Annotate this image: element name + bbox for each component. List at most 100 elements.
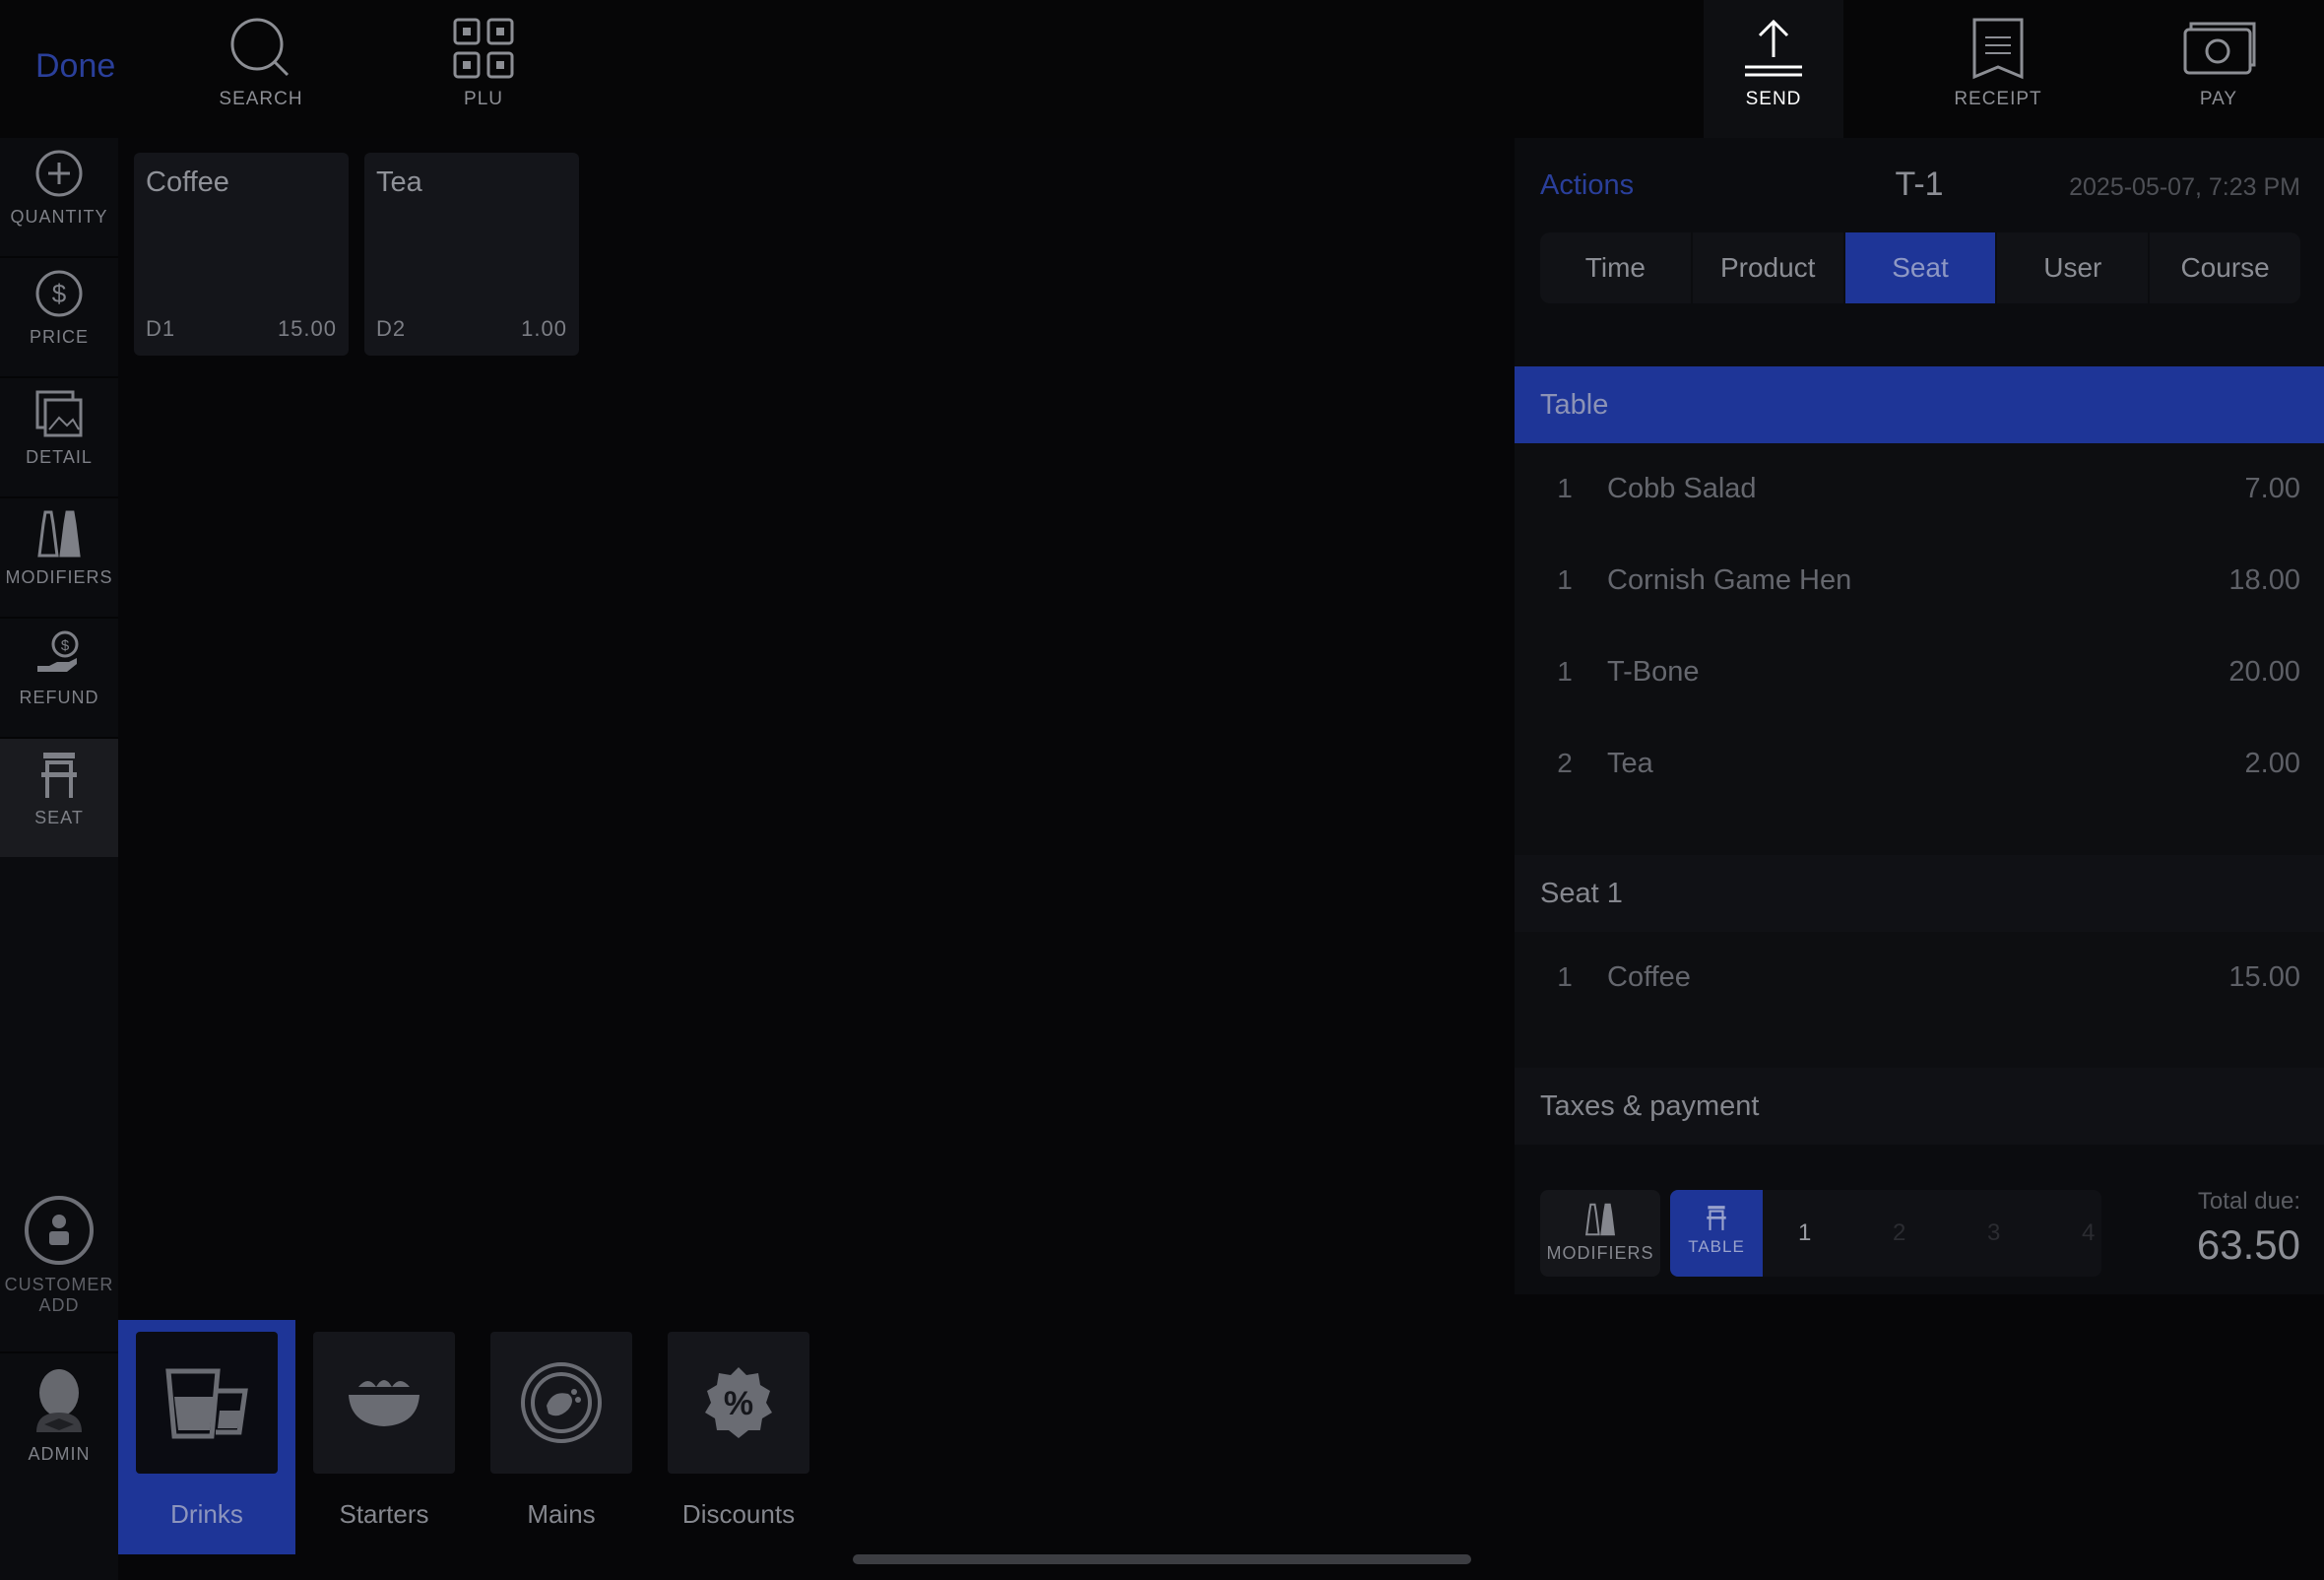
pay-button[interactable]: PAY <box>2135 16 2302 124</box>
seat-number-3[interactable]: 3 <box>1987 1219 2000 1247</box>
category-starters-tile <box>313 1332 455 1474</box>
modifiers-label: MODIFIERS <box>5 567 113 587</box>
refund-button[interactable]: $ REFUND <box>0 619 118 737</box>
row-item: Tea <box>1607 748 1653 779</box>
search-icon <box>230 18 290 77</box>
row-qty: 1 <box>1557 961 1573 992</box>
price-label: PRICE <box>29 327 89 347</box>
section-header-table[interactable]: Table <box>1515 366 2324 443</box>
section-header-taxes[interactable]: Taxes & payment <box>1515 1068 2324 1145</box>
order-row[interactable]: 1 Cornish Game Hen 18.00 <box>1515 537 2324 627</box>
upload-icon <box>1745 19 1802 77</box>
image-stack-icon <box>35 390 83 437</box>
order-row[interactable]: 1 T-Bone 20.00 <box>1515 628 2324 719</box>
person-circle-icon <box>25 1196 94 1265</box>
product-tile-tea[interactable]: Tea D2 1.00 <box>364 153 579 356</box>
price-button[interactable]: $ PRICE <box>0 258 118 376</box>
admin-button[interactable]: ADMIN <box>0 1357 118 1485</box>
plus-circle-icon <box>35 150 83 197</box>
row-item: Cornish Game Hen <box>1607 564 1852 596</box>
left-rail: QUANTITY $ PRICE DETAIL MODIFIERS $ REFU… <box>0 138 118 1580</box>
grid-icon <box>453 18 514 79</box>
category-mains-tile <box>490 1332 632 1474</box>
done-button[interactable]: Done <box>35 47 115 86</box>
admin-label: ADMIN <box>28 1444 91 1464</box>
search-label: SEARCH <box>219 89 303 109</box>
product-tile-coffee[interactable]: Coffee D1 15.00 <box>134 153 349 356</box>
modifiers-button[interactable]: MODIFIERS <box>0 498 118 617</box>
seat-number-4[interactable]: 4 <box>2082 1219 2095 1247</box>
category-label: Starters <box>339 1499 429 1529</box>
customer-add-button[interactable]: CUSTOMER ADD <box>0 1182 118 1330</box>
section-header-seat-1[interactable]: Seat 1 <box>1515 855 2324 932</box>
seat-number-1[interactable]: 1 <box>1798 1219 1811 1247</box>
percent-badge-icon: % <box>705 1367 772 1438</box>
order-panel: T-1 Actions 2025-05-07, 7:23 PM Time Pro… <box>1515 138 2324 1294</box>
tab-product[interactable]: Product <box>1693 232 1845 303</box>
order-row[interactable]: 1 Coffee 15.00 <box>1515 934 2324 1024</box>
row-amount: 18.00 <box>2228 564 2300 596</box>
product-price: 1.00 <box>521 316 567 341</box>
category-discounts[interactable]: % Discounts <box>650 1320 827 1554</box>
footer-modifiers-button[interactable]: MODIFIERS <box>1540 1190 1660 1277</box>
category-mains[interactable]: Mains <box>473 1320 650 1554</box>
order-row[interactable]: 2 Tea 2.00 <box>1515 720 2324 811</box>
detail-label: DETAIL <box>26 447 93 467</box>
receipt-icon <box>1972 18 2024 80</box>
category-starters[interactable]: Starters <box>295 1320 473 1554</box>
plu-button[interactable]: PLU <box>400 16 567 124</box>
seat-label: SEAT <box>34 808 84 827</box>
category-label: Discounts <box>681 1499 796 1529</box>
row-item: Coffee <box>1607 961 1691 993</box>
category-discounts-tile: % <box>668 1332 809 1474</box>
seat-number-2[interactable]: 2 <box>1893 1219 1905 1247</box>
order-row[interactable]: 1 Cobb Salad 7.00 <box>1515 445 2324 536</box>
product-code: D1 <box>146 316 176 341</box>
chair-icon <box>1707 1206 1726 1230</box>
svg-text:$: $ <box>52 279 67 308</box>
tab-user[interactable]: User <box>1997 232 2151 303</box>
tab-time[interactable]: Time <box>1540 232 1693 303</box>
category-drinks-tile <box>136 1332 278 1474</box>
category-drinks[interactable]: Drinks <box>118 1320 295 1554</box>
salt-pepper-icon <box>1584 1203 1616 1236</box>
product-code: D2 <box>376 316 407 341</box>
svg-text:%: % <box>724 1385 753 1422</box>
send-button[interactable]: SEND <box>1704 0 1843 138</box>
row-qty: 1 <box>1557 656 1573 687</box>
order-datetime: 2025-05-07, 7:23 PM <box>2069 173 2300 201</box>
rail-divider <box>0 1351 118 1353</box>
top-toolbar: Done SEARCH PLU SEND RECEIPT PAY <box>0 0 2324 138</box>
salt-pepper-icon <box>37 510 81 558</box>
quantity-button[interactable]: QUANTITY <box>0 138 118 256</box>
product-name: Coffee <box>146 166 229 198</box>
row-amount: 20.00 <box>2228 656 2300 688</box>
group-by-segmented-control: Time Product Seat User Course <box>1540 232 2300 303</box>
product-price: 15.00 <box>277 316 337 341</box>
receipt-button[interactable]: RECEIPT <box>1914 16 2082 124</box>
row-qty: 1 <box>1557 473 1573 503</box>
tab-course[interactable]: Course <box>2150 232 2300 303</box>
row-amount: 7.00 <box>2244 473 2300 504</box>
tab-seat[interactable]: Seat <box>1844 232 1998 303</box>
receipt-label: RECEIPT <box>1954 89 2042 109</box>
search-button[interactable]: SEARCH <box>177 16 345 124</box>
customer-label: CUSTOMER <box>4 1275 114 1294</box>
cash-icon <box>2183 22 2256 75</box>
refund-label: REFUND <box>19 688 99 707</box>
category-label: Drinks <box>170 1499 243 1529</box>
home-indicator[interactable] <box>853 1554 1471 1564</box>
customer-add-label: ADD <box>38 1295 80 1315</box>
seat-button[interactable]: SEAT <box>0 739 118 857</box>
row-amount: 2.00 <box>2244 748 2300 779</box>
product-name: Tea <box>376 166 422 198</box>
row-qty: 2 <box>1557 748 1573 778</box>
svg-text:$: $ <box>61 637 70 654</box>
row-amount: 15.00 <box>2228 961 2300 993</box>
hand-coin-icon: $ <box>37 630 79 672</box>
row-item: T-Bone <box>1607 656 1700 688</box>
seat-table-button[interactable]: TABLE <box>1670 1190 1763 1277</box>
send-label: SEND <box>1745 89 1802 109</box>
actions-button[interactable]: Actions <box>1540 169 1634 202</box>
detail-button[interactable]: DETAIL <box>0 378 118 496</box>
